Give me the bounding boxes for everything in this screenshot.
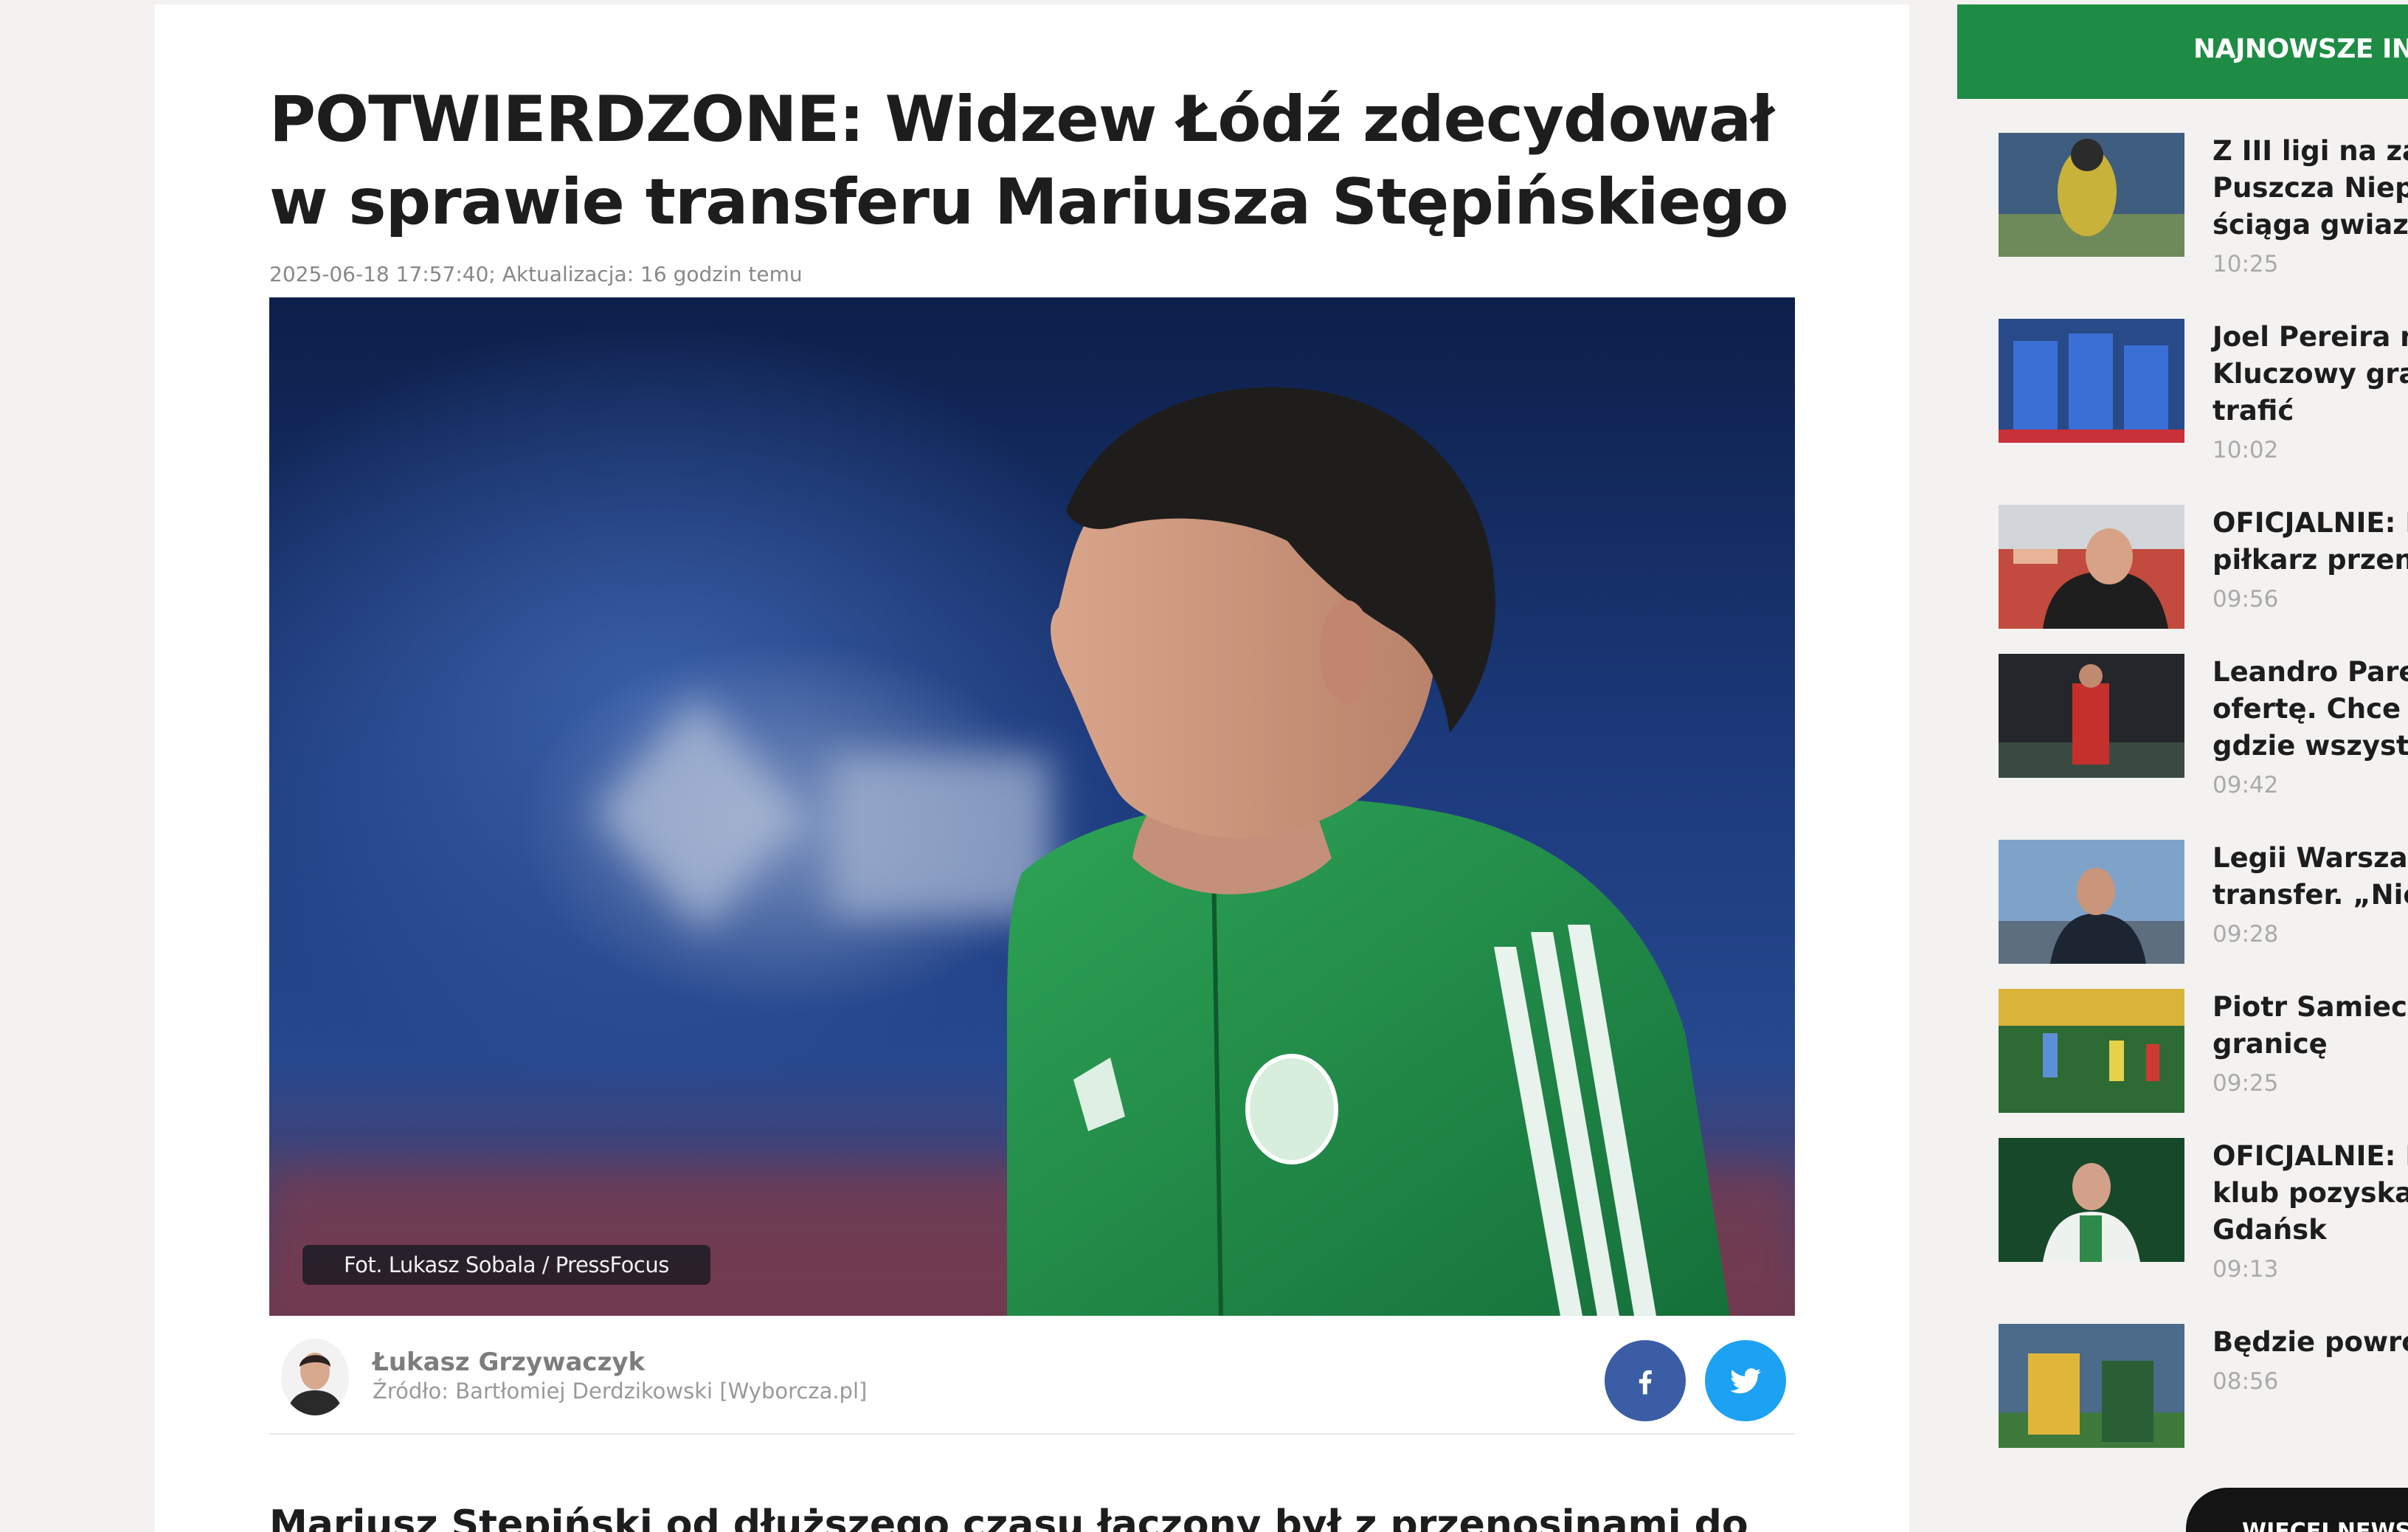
news-title[interactable]: Joel Pereira na celowniku. Kluczowy grac…: [2212, 319, 2408, 429]
article-lead: Mariusz Stępiński od dłuższego czasu łąc…: [269, 1502, 1748, 1532]
news-time: 09:56: [2212, 586, 2279, 613]
news-time: 09:42: [2212, 772, 2279, 798]
share-facebook-button[interactable]: [1605, 1340, 1686, 1421]
news-thumbnail[interactable]: [1999, 1324, 2184, 1448]
article-title: POTWIERDZONE: Widzew Łódź zdecydował w s…: [269, 83, 1788, 239]
author-row: Łukasz Grzywaczyk Źródło: Bartłomiej Der…: [269, 1322, 1795, 1435]
news-title[interactable]: Z III ligi na zaplecze. Puszcza Niepołom…: [2212, 133, 2408, 244]
article-card: POTWIERDZONE: Widzew Łódź zdecydował w s…: [155, 4, 1909, 1532]
sidebar-header-label: NAJNOWSZE INFORMACJE: [2193, 34, 2408, 64]
hero-image[interactable]: Fot. Lukasz Sobala / PressFocus: [269, 297, 1795, 1316]
news-thumbnail[interactable]: [1999, 505, 2184, 629]
twitter-icon: [1730, 1368, 1761, 1394]
news-title[interactable]: Piotr Samiec-Talar za granicę: [2212, 989, 2408, 1063]
author-name[interactable]: Łukasz Grzywaczyk: [373, 1348, 645, 1377]
facebook-icon: [1639, 1370, 1652, 1395]
more-news-label: WIĘCEJ NEWSÓW: [2242, 1519, 2408, 1532]
news-thumbnail[interactable]: [1999, 1138, 2184, 1262]
source-value[interactable]: Bartłomiej Derdzikowski [Wyborcza.pl]: [455, 1379, 867, 1404]
news-time: 09:13: [2212, 1256, 2279, 1283]
more-news-button[interactable]: WIĘCEJ NEWSÓW: [2186, 1488, 2408, 1532]
news-title[interactable]: Będzie powrót do klubu: [2212, 1324, 2408, 1361]
news-thumbnail[interactable]: [1999, 133, 2184, 257]
news-thumbnail[interactable]: [1999, 989, 2184, 1113]
news-title[interactable]: OFICJALNIE: Kolejny piłkarz przeniósł si…: [2212, 505, 2408, 579]
source-label: Źródło:: [373, 1379, 449, 1404]
player-photo: [269, 387, 1795, 1316]
news-time: 09:25: [2212, 1070, 2279, 1097]
sidebar-header: NAJNOWSZE INFORMACJE: [1957, 4, 2408, 99]
author-avatar[interactable]: [281, 1339, 349, 1415]
news-time: 10:02: [2212, 437, 2279, 463]
news-time: 09:28: [2212, 921, 2279, 948]
news-title[interactable]: Legii Warszawa grozi transfer. „Nie ma s…: [2212, 840, 2408, 914]
article-meta: 2025-06-18 17:57:40; Aktualizacja: 16 go…: [269, 262, 803, 286]
news-title[interactable]: OFICJALNIE: Lechia nowy klub pozyskał Le…: [2212, 1138, 2408, 1249]
news-time: 08:56: [2212, 1368, 2279, 1395]
latest-news-sidebar: NAJNOWSZE INFORMACJE Z III ligi na zaple…: [1957, 4, 2408, 1532]
news-thumbnail[interactable]: [1999, 319, 2184, 443]
source-line: Źródło: Bartłomiej Derdzikowski [Wyborcz…: [373, 1379, 867, 1404]
photo-credit: Fot. Lukasz Sobala / PressFocus: [302, 1245, 710, 1285]
news-title[interactable]: Leandro Paredes odrzucił ofertę. Chce wr…: [2212, 654, 2408, 765]
share-twitter-button[interactable]: [1705, 1340, 1786, 1421]
news-time: 10:25: [2212, 251, 2279, 277]
news-thumbnail[interactable]: [1999, 840, 2184, 964]
news-thumbnail[interactable]: [1999, 654, 2184, 778]
